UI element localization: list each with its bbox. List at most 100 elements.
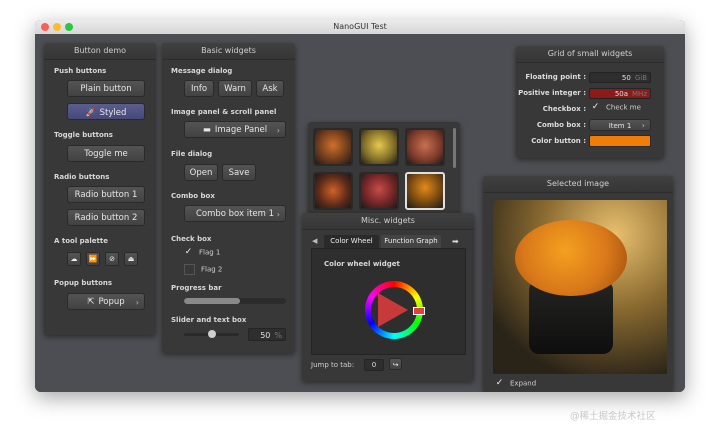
grid-combo-box[interactable]: Item 1 ›: [589, 119, 651, 131]
open-button[interactable]: Open: [184, 164, 218, 181]
tool-palette-label: A tool palette: [54, 237, 108, 245]
image-thumbnail[interactable]: [359, 128, 399, 166]
slider-textbox[interactable]: 50%: [248, 328, 286, 341]
radio-buttons-label: Radio buttons: [54, 173, 110, 181]
positive-integer-label: Positive integer :: [518, 89, 586, 97]
image-panel-popup: [308, 122, 460, 222]
styled-button[interactable]: 🚀 Styled: [67, 103, 145, 120]
install-icon[interactable]: ⏏: [124, 252, 138, 266]
flag2-label: Flag 2: [201, 265, 223, 274]
floating-point-label: Floating point :: [525, 73, 586, 81]
hue-marker[interactable]: [413, 307, 425, 315]
grid-combo-value: Item 1: [608, 122, 632, 130]
misc-widgets-panel: Misc. widgets ◀ Color Wheel Function Gra…: [302, 213, 474, 381]
info-button[interactable]: Info: [184, 80, 214, 97]
color-button[interactable]: [589, 135, 651, 147]
minimize-window-icon[interactable]: [53, 23, 61, 31]
gl-canvas: Button demo Push buttons Plain button 🚀 S…: [35, 34, 685, 392]
image-thumbnail-selected[interactable]: [405, 172, 445, 210]
check-box-label: Check box: [171, 235, 212, 243]
title-bar: NanoGUI Test: [35, 20, 685, 34]
jump-go-icon[interactable]: ↪: [389, 358, 402, 370]
check-me-checkbox[interactable]: ✓ Check me: [591, 103, 641, 112]
popup-button-label: Popup: [98, 297, 125, 307]
scrollbar[interactable]: [453, 128, 456, 168]
chevron-right-icon: ›: [276, 210, 280, 219]
tab-function-graph[interactable]: Function Graph: [381, 235, 441, 248]
plain-button[interactable]: Plain button: [67, 80, 145, 97]
slider-handle[interactable]: [207, 330, 216, 338]
progress-bar-label: Progress bar: [171, 284, 222, 292]
chevron-right-icon: ›: [276, 126, 280, 135]
check-icon: ✓: [495, 378, 504, 388]
popup-button[interactable]: ⇱ Popup ›: [67, 293, 145, 310]
basic-widgets-panel: Basic widgets Message dialog Info Warn A…: [162, 43, 295, 353]
floating-point-unit: GiB: [634, 74, 647, 82]
compass-icon[interactable]: ⊘: [105, 252, 119, 266]
slider-unit: %: [274, 331, 282, 340]
check-icon: ✓: [591, 102, 600, 112]
image-panel-button[interactable]: ▬ Image Panel ›: [184, 121, 286, 138]
window-title: NanoGUI Test: [333, 22, 387, 31]
combo-box-label: Combo box: [171, 192, 215, 200]
slider-track[interactable]: [184, 330, 239, 338]
radio-button-2[interactable]: Radio button 2: [67, 209, 145, 226]
flag1-label: Flag 1: [199, 248, 221, 257]
grid-widgets-title[interactable]: Grid of small widgets: [516, 46, 664, 63]
radio-button-1[interactable]: Radio button 1: [67, 186, 145, 203]
positive-integer-unit: MHz: [632, 90, 647, 98]
close-window-icon[interactable]: [41, 23, 49, 31]
image-panel-label: Image panel & scroll panel: [171, 108, 277, 116]
combo-box[interactable]: Combo box item 1 ›: [184, 205, 286, 222]
tab-content: Color wheel widget: [311, 248, 466, 355]
flag1-checkbox[interactable]: ✓ Flag 1: [184, 248, 221, 257]
color-wheel-label: Color wheel widget: [324, 260, 400, 268]
maximize-window-icon[interactable]: [65, 23, 73, 31]
tab-scroll-left-icon[interactable]: ◀: [312, 237, 317, 245]
jump-to-tab-input[interactable]: 0: [364, 359, 384, 371]
grid-widgets-panel: Grid of small widgets Floating point : 5…: [516, 46, 664, 158]
image-thumbnail[interactable]: [359, 172, 399, 210]
combo-box-value: Combo box item 1: [195, 209, 275, 219]
check-icon: [184, 264, 195, 275]
misc-widgets-title[interactable]: Misc. widgets: [302, 213, 474, 230]
toggle-me-button[interactable]: Toggle me: [67, 145, 145, 162]
image-thumbnail[interactable]: [313, 172, 353, 210]
slider-value: 50: [260, 331, 271, 340]
floating-point-input[interactable]: 50 GiB: [589, 72, 651, 83]
positive-integer-value: 50a: [614, 90, 629, 98]
selected-image: [493, 200, 667, 374]
color-triangle[interactable]: [378, 293, 408, 327]
warn-button[interactable]: Warn: [218, 80, 252, 97]
color-wheel[interactable]: [365, 281, 425, 339]
tab-color-wheel[interactable]: Color Wheel: [324, 235, 379, 248]
push-buttons-label: Push buttons: [54, 67, 107, 75]
button-demo-title[interactable]: Button demo: [44, 43, 156, 60]
image-thumbnail[interactable]: [405, 128, 445, 166]
app-window: NanoGUI Test Button demo Push buttons Pl…: [35, 20, 685, 392]
check-me-label: Check me: [606, 103, 641, 112]
folder-icon: ▬: [202, 125, 211, 135]
ask-button[interactable]: Ask: [256, 80, 284, 97]
grid-combo-label: Combo box :: [536, 121, 586, 129]
tab-add-icon[interactable]: ➡: [452, 237, 459, 246]
toggle-buttons-label: Toggle buttons: [54, 131, 113, 139]
positive-integer-input[interactable]: 50a MHz: [589, 88, 651, 99]
expand-label: Expand: [510, 379, 537, 388]
watermark: @稀土掘金技术社区: [570, 411, 656, 422]
chevron-right-icon: ›: [641, 121, 645, 130]
jump-to-tab-label: Jump to tab:: [311, 361, 355, 369]
image-panel-button-label: Image Panel: [214, 125, 268, 135]
save-button[interactable]: Save: [222, 164, 256, 181]
progress-bar: [184, 298, 286, 304]
expand-checkbox[interactable]: ✓ Expand: [495, 379, 536, 388]
fast-forward-icon[interactable]: ⏩: [86, 252, 100, 266]
selected-image-title[interactable]: Selected image: [483, 176, 673, 193]
basic-widgets-title[interactable]: Basic widgets: [162, 43, 295, 60]
floating-point-value: 50: [621, 74, 631, 82]
image-thumbnail[interactable]: [313, 128, 353, 166]
cloud-icon[interactable]: ☁: [67, 252, 81, 266]
slider-label: Slider and text box: [171, 316, 247, 324]
flag2-checkbox[interactable]: Flag 2: [184, 264, 222, 275]
selected-image-panel: Selected image ✓ Expand: [483, 176, 673, 392]
